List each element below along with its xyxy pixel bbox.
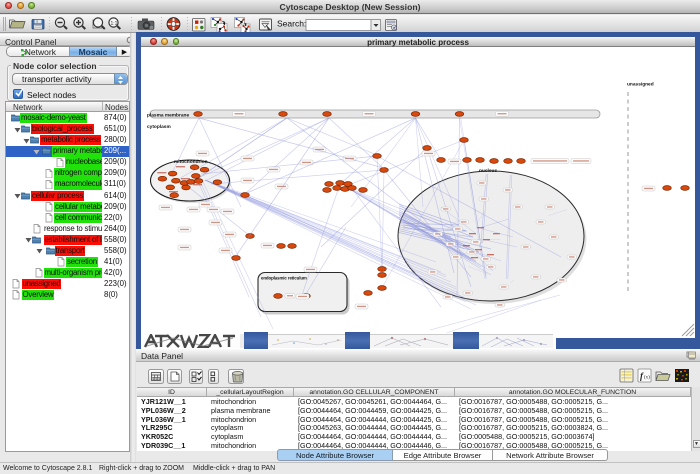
svg-text:plasma membrane: plasma membrane bbox=[147, 113, 189, 119]
svg-text:endoplasmic reticulum: endoplasmic reticulum bbox=[261, 276, 307, 281]
svg-text:nucleus: nucleus bbox=[479, 168, 497, 174]
svg-text:Search:: Search: bbox=[277, 19, 306, 29]
svg-text:mitochondrion: mitochondrion bbox=[174, 159, 208, 165]
svg-text:cytoplasm: cytoplasm bbox=[147, 124, 171, 130]
svg-text:(x): (x) bbox=[644, 376, 650, 381]
svg-text:unassigned: unassigned bbox=[627, 82, 654, 88]
svg-text:1:1: 1:1 bbox=[111, 21, 118, 27]
